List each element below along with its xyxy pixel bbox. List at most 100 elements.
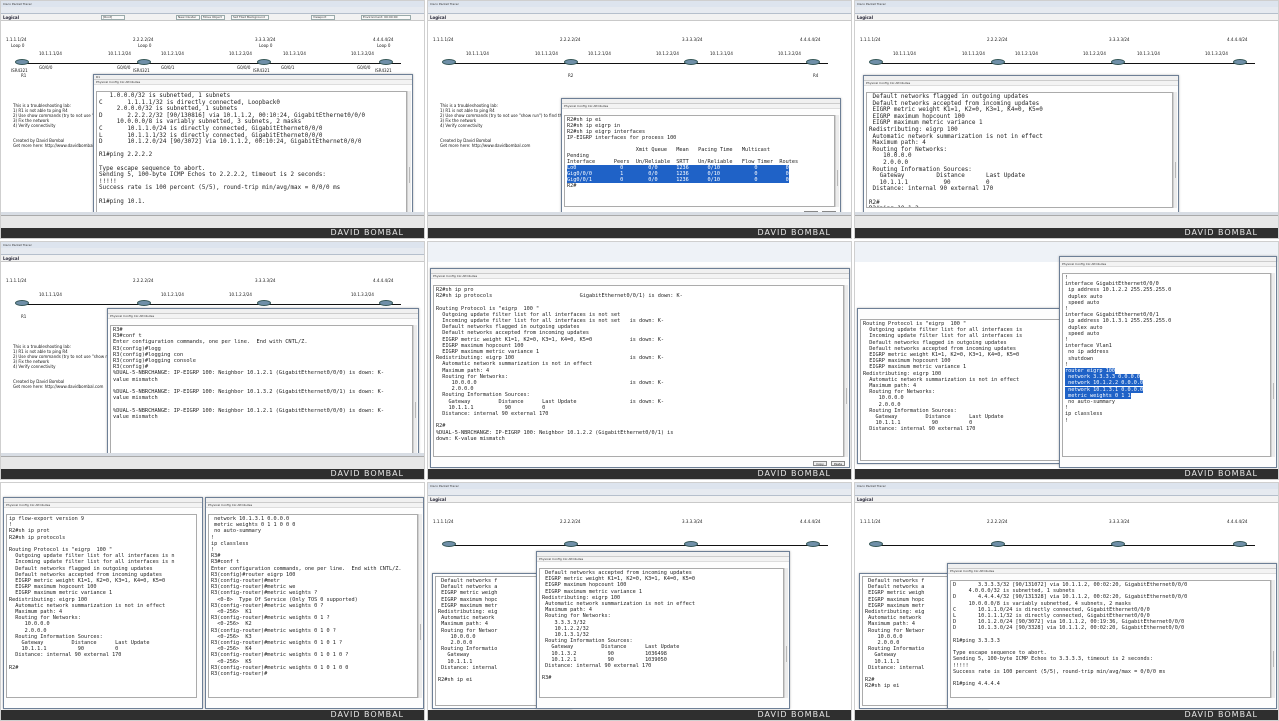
link-ip-2: 10.1.1.2/24 <box>962 51 985 56</box>
router-r1[interactable] <box>15 300 29 306</box>
router-r3[interactable] <box>1111 541 1125 547</box>
cli-terminal[interactable]: R2#sh ip pro R2#sh ip protocols GigabitE… <box>433 285 844 457</box>
copy-button[interactable]: Copy <box>813 461 827 466</box>
router-r3[interactable] <box>1111 59 1125 65</box>
main-toolbar[interactable] <box>1 7 424 14</box>
cli-window-r2c[interactable]: Physical Config CLI Attributes R2#sh ip … <box>430 268 850 468</box>
cli-scrollbar[interactable] <box>844 285 848 457</box>
cli-tabs[interactable]: Physical Config CLI Attributes <box>948 569 1276 574</box>
cli-terminal[interactable]: D 3.3.3.3/32 [90/131072] via 10.1.1.2, 0… <box>950 580 1271 698</box>
router-r1[interactable] <box>869 59 883 65</box>
cli-window-r3c[interactable]: Physical Config CLI Attributes network 1… <box>205 497 424 709</box>
main-toolbar[interactable] <box>428 7 851 14</box>
router-r1[interactable] <box>15 59 29 65</box>
tile-8: Cisco Packet Tracer Logical 1.1.1.1/24 2… <box>427 482 852 721</box>
cli-terminal[interactable]: network 10.1.3.1 0.0.0.0 metric weights … <box>208 514 418 698</box>
tiled-bg-button[interactable]: Set Tiled Background <box>231 15 269 20</box>
cli-window-r2[interactable]: Physical Config CLI Attributes R2#sh ip … <box>561 98 841 218</box>
cli-tabs[interactable]: Physical Config CLI Attributes <box>108 314 418 319</box>
cli-scrollbar[interactable] <box>1173 92 1177 208</box>
link-ip-5: 10.1.3.1/24 <box>1137 51 1160 56</box>
router-r4[interactable] <box>379 59 393 65</box>
router-r3[interactable] <box>257 300 271 306</box>
cli-scrollbar[interactable] <box>1271 273 1275 457</box>
cli-window-r1b[interactable]: Physical Config CLI Attributes D 3.3.3.3… <box>947 563 1277 709</box>
router-r4[interactable] <box>806 59 820 65</box>
paste-button[interactable]: Paste <box>831 461 845 466</box>
cli-terminal[interactable]: 1.0.0.0/32 is subnetted, 1 subnets C 1.1… <box>96 91 407 218</box>
viewport-button[interactable]: Viewport <box>311 15 335 20</box>
cli-scrollbar[interactable] <box>407 91 411 218</box>
router-r2[interactable] <box>137 300 151 306</box>
logical-label[interactable]: Logical <box>857 496 873 502</box>
main-toolbar[interactable] <box>855 489 1278 496</box>
r4-loopback-label: 4.4.4.4/24 <box>800 519 821 524</box>
router-r3[interactable] <box>257 59 271 65</box>
port-g00-r3: G0/0/0 <box>237 65 251 70</box>
cli-scrollbar[interactable] <box>418 514 422 698</box>
r2-name: R2 <box>568 73 574 78</box>
environment-button[interactable]: Environment: 00:00:00 <box>361 15 411 20</box>
root-button[interactable]: [Root] <box>101 15 125 20</box>
workspace-toolbar: Logical <box>428 14 851 21</box>
link-ip-4: 10.1.2.2/24 <box>656 51 679 56</box>
r4-loopback-label: 4.4.4.4/24 <box>373 278 394 283</box>
cli-terminal[interactable]: ip flow-export version 9 ! R2#sh ip prot… <box>6 514 197 698</box>
router-r4[interactable] <box>1233 541 1247 547</box>
cli-terminal[interactable]: Default networks flagged in outgoing upd… <box>866 92 1173 208</box>
cli-tabs[interactable]: Physical Config CLI Attributes <box>1060 262 1276 267</box>
cli-window-r2b[interactable]: Physical Config CLI Attributes Default n… <box>863 75 1179 219</box>
cli-window-r3b[interactable]: Physical Config CLI Attributes ! interfa… <box>1059 256 1277 468</box>
r2-loopback-label: 2.2.2.2/24 <box>560 519 581 524</box>
cli-scrollbar[interactable] <box>784 568 788 698</box>
router-r2[interactable] <box>137 59 151 65</box>
cli-tabs[interactable]: Physical Config CLI Attributes <box>94 80 412 85</box>
logical-label[interactable]: Logical <box>430 14 446 20</box>
cli-window-r3[interactable]: Physical Config CLI Attributes R3# R3#co… <box>107 308 419 465</box>
cli-tabs[interactable]: Physical Config CLI Attributes <box>562 104 840 109</box>
cli-window-r3d[interactable]: Physical Config CLI Attributes Default n… <box>536 551 790 709</box>
logical-label[interactable]: Logical <box>3 255 19 261</box>
main-toolbar[interactable] <box>855 7 1278 14</box>
tile-5: Physical Config CLI Attributes R2#sh ip … <box>427 241 852 480</box>
cli-tabs[interactable]: Physical Config CLI Attributes <box>864 81 1178 86</box>
router-r2[interactable] <box>991 59 1005 65</box>
router-r2[interactable] <box>564 541 578 547</box>
router-r2[interactable] <box>564 59 578 65</box>
cli-terminal[interactable]: R2#sh ip ei R2#sh ip eigrp in R2#sh ip e… <box>564 115 835 207</box>
workspace-toolbar: Logical <box>428 496 851 503</box>
cli-tabs[interactable]: Physical Config CLI Attributes <box>206 503 423 508</box>
router-r4[interactable] <box>1233 59 1247 65</box>
logical-label[interactable]: Logical <box>3 14 19 20</box>
cli-terminal[interactable]: ! interface GigabitEthernet0/0/0 ip addr… <box>1062 273 1271 457</box>
r3-loopback-label: 3.3.3.3/24 <box>1109 37 1130 42</box>
router-r3[interactable] <box>684 59 698 65</box>
router-r1[interactable] <box>442 541 456 547</box>
link-ip-5: 10.1.3.1/24 <box>283 51 306 56</box>
cli-window-r1[interactable]: R1 Physical Config CLI Attributes 1.0.0.… <box>93 74 413 229</box>
cli-scrollbar[interactable] <box>413 325 417 454</box>
cli-terminal[interactable]: R3# R3#conf t Enter configuration comman… <box>110 325 413 454</box>
router-r2[interactable] <box>991 541 1005 547</box>
router-r1[interactable] <box>442 59 456 65</box>
router-r4[interactable] <box>379 300 393 306</box>
main-toolbar[interactable] <box>428 489 851 496</box>
cli-scrollbar[interactable] <box>1271 580 1275 698</box>
link-ip-6: 10.1.3.2/24 <box>351 51 374 56</box>
logical-label[interactable]: Logical <box>430 496 446 502</box>
cli-window-r2d[interactable]: Physical Config CLI Attributes ip flow-e… <box>3 497 203 709</box>
logical-label[interactable]: Logical <box>857 14 873 20</box>
router-r3[interactable] <box>684 541 698 547</box>
move-object-button[interactable]: Move Object <box>201 15 225 20</box>
router-r1[interactable] <box>869 541 883 547</box>
cli-terminal[interactable]: Default networks accepted from incoming … <box>539 568 784 698</box>
cli-tabs[interactable]: Physical Config CLI Attributes <box>431 274 849 279</box>
cli-tabs[interactable]: Physical Config CLI Attributes <box>4 503 202 508</box>
router-r4[interactable] <box>806 541 820 547</box>
new-cluster-button[interactable]: New Cluster <box>176 15 200 20</box>
main-toolbar[interactable] <box>1 248 424 255</box>
r4-loopback-label: 4.4.4.4/24 <box>1227 519 1248 524</box>
cli-scrollbar[interactable] <box>835 115 839 207</box>
cli-tabs[interactable]: Physical Config CLI Attributes <box>537 557 789 562</box>
r3-loopback-label: 3.3.3.3/24 <box>1109 519 1130 524</box>
